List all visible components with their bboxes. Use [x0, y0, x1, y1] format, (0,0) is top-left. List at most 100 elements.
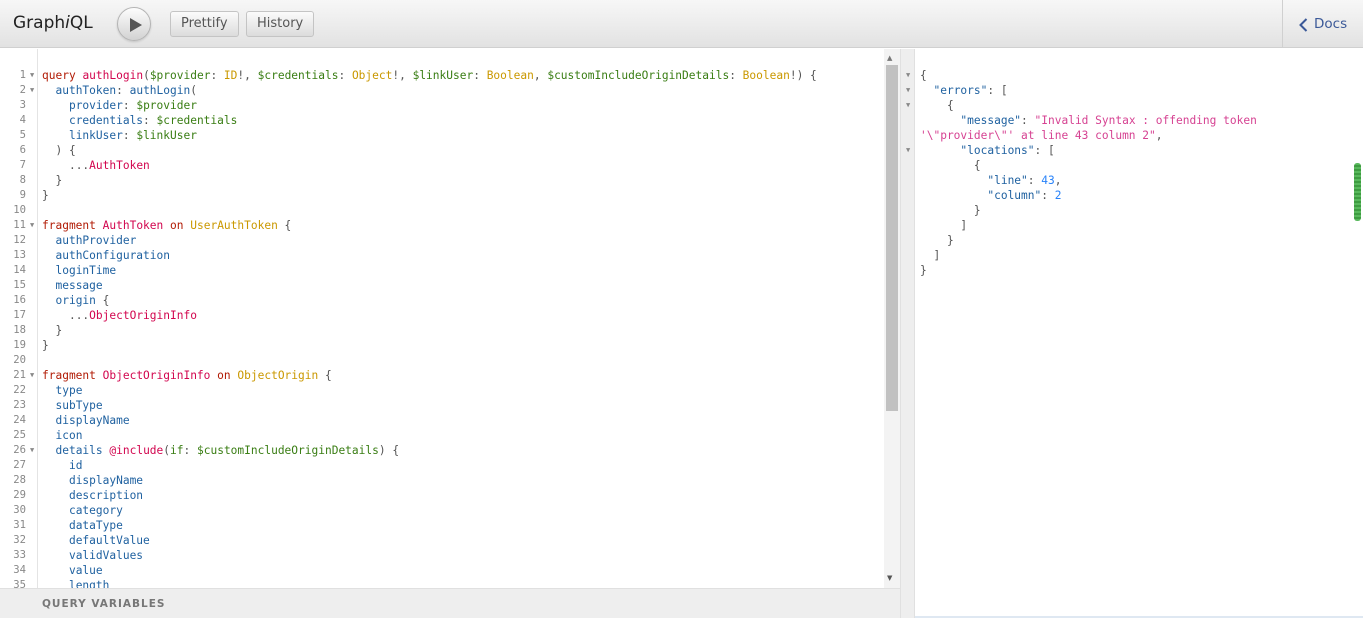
fold-arrow-icon[interactable]: ▼ — [30, 218, 34, 233]
code-line[interactable]: 3 provider: $provider — [0, 98, 884, 113]
result-token: , — [1054, 174, 1062, 187]
line-number: 3 — [19, 99, 26, 111]
code-line[interactable]: 19} — [0, 338, 884, 353]
fold-arrow-icon[interactable]: ▼ — [30, 68, 34, 83]
chevron-left-icon — [1299, 18, 1308, 32]
code-line[interactable]: 33 validValues — [0, 548, 884, 563]
result-token: "line" — [987, 174, 1028, 187]
code-line[interactable]: 1 ▼ query authLogin($provider: ID!, $crede… — [0, 68, 884, 83]
code-line[interactable]: 23 subType — [0, 398, 884, 413]
query-code[interactable]: 1 ▼ query authLogin($provider: ID!, $crede… — [0, 68, 884, 588]
code-token: Boolean — [742, 69, 790, 82]
code-line[interactable]: 11 ▼ fragment AuthToken on UserAuthToken { — [0, 218, 884, 233]
code-token: fragment — [42, 369, 96, 382]
code-token: category — [68, 504, 123, 517]
code-line[interactable]: 32 defaultValue — [0, 533, 884, 548]
code-token: type — [55, 384, 83, 397]
code-token: authLogin — [129, 84, 191, 97]
line-number: 31 — [13, 519, 26, 531]
code-line[interactable]: 2 ▼ authToken: authLogin( — [0, 83, 884, 98]
result-token: 2 — [1054, 189, 1062, 202]
code-token: ( — [190, 84, 197, 97]
result-token: 43 — [1041, 174, 1055, 187]
code-line[interactable]: 12 authProvider — [0, 233, 884, 248]
code-token: ... — [68, 309, 90, 322]
query-editor[interactable]: 1 ▼ query authLogin($provider: ID!, $crede… — [0, 49, 900, 588]
code-line[interactable]: 24 displayName — [0, 413, 884, 428]
code-line[interactable]: 8 } — [0, 173, 884, 188]
code-line[interactable]: 17 ...ObjectOriginInfo — [0, 308, 884, 323]
fold-arrow-icon[interactable]: ▼ — [30, 368, 34, 383]
fold-arrow-icon[interactable]: ▼ — [906, 83, 910, 98]
result-token: ] — [960, 219, 968, 232]
code-token: details — [55, 444, 103, 457]
query-variables-bar[interactable]: QUERY VARIABLES — [0, 588, 900, 618]
code-line[interactable]: 27 id — [0, 458, 884, 473]
code-line[interactable]: 29 description — [0, 488, 884, 503]
editor-scrollbar-thumb[interactable] — [886, 65, 898, 411]
code-line[interactable]: 7 ...AuthToken — [0, 158, 884, 173]
code-line[interactable]: 16 origin { — [0, 293, 884, 308]
docs-button[interactable]: Docs — [1299, 16, 1347, 32]
result-token: "locations" — [960, 144, 1035, 157]
code-token: ObjectOrigin — [237, 369, 319, 382]
code-line[interactable]: 25 icon — [0, 428, 884, 443]
code-line[interactable]: 13 authConfiguration — [0, 248, 884, 263]
code-line[interactable]: 31 dataType — [0, 518, 884, 533]
code-token: ( — [143, 69, 150, 82]
code-line[interactable]: 14 loginTime — [0, 263, 884, 278]
fold-arrow-icon[interactable]: ▼ — [906, 143, 910, 158]
code-line[interactable]: 20 — [0, 353, 884, 368]
result-scrollbar-thumb[interactable] — [1354, 163, 1361, 221]
pane-divider[interactable] — [900, 49, 915, 618]
scroll-up-icon[interactable]: ▲ — [887, 54, 892, 62]
line-number: 7 — [19, 159, 26, 171]
line-number: 32 — [13, 534, 26, 546]
query-variables-title[interactable]: QUERY VARIABLES — [42, 598, 165, 610]
line-number: 4 — [19, 114, 26, 126]
execute-query-button[interactable] — [117, 7, 151, 41]
code-line[interactable]: 9} — [0, 188, 884, 203]
code-line[interactable]: 30 category — [0, 503, 884, 518]
code-token: $credentials — [156, 114, 238, 127]
code-token: AuthToken — [89, 159, 150, 172]
fold-arrow-icon[interactable]: ▼ — [906, 68, 910, 83]
code-line[interactable]: 5 linkUser: $linkUser — [0, 128, 884, 143]
prettify-button[interactable]: Prettify — [170, 11, 239, 37]
scroll-down-icon[interactable]: ▼ — [887, 574, 892, 582]
code-token: id — [68, 459, 83, 472]
code-line[interactable]: 4 credentials: $credentials — [0, 113, 884, 128]
code-line[interactable]: 22 type — [0, 383, 884, 398]
line-number: 22 — [13, 384, 26, 396]
code-line[interactable]: 18 } — [0, 323, 884, 338]
code-line[interactable]: 15 message — [0, 278, 884, 293]
line-number: 10 — [13, 204, 26, 216]
code-line[interactable]: 6 ) { — [0, 143, 884, 158]
fold-arrow-icon[interactable]: ▼ — [30, 83, 34, 98]
fold-arrow-icon[interactable]: ▼ — [906, 98, 910, 113]
result-token: : — [1027, 174, 1042, 187]
result-token: "Invalid Syntax : offending token — [1034, 114, 1257, 127]
code-line[interactable]: 34 value — [0, 563, 884, 578]
result-token: ] — [933, 249, 941, 262]
code-line[interactable]: 21 ▼ fragment ObjectOriginInfo on ObjectOr… — [0, 368, 884, 383]
fold-arrow-icon[interactable]: ▼ — [30, 443, 34, 458]
code-line[interactable]: 35 length — [0, 578, 884, 588]
code-line[interactable]: 26 ▼ details @include(if: $customIncludeO… — [0, 443, 884, 458]
code-token: description — [68, 489, 144, 502]
code-line[interactable]: 28 displayName — [0, 473, 884, 488]
line-number: 9 — [19, 189, 26, 201]
history-button[interactable]: History — [246, 11, 315, 37]
code-line[interactable]: 10 — [0, 203, 884, 218]
line-number: 16 — [13, 294, 26, 306]
code-token: : — [122, 129, 137, 142]
code-token: UserAuthToken — [190, 219, 278, 232]
